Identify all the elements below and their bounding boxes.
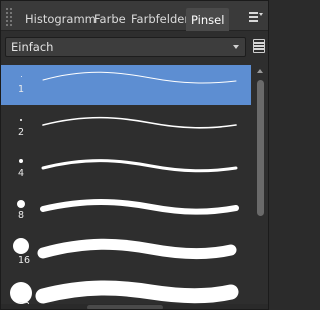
tab-histogramm[interactable]: Histogramm [25, 9, 96, 29]
brush-size-label: 1 [18, 84, 25, 95]
brush-stroke-preview [41, 159, 238, 173]
brush-size-label: 16 [18, 255, 31, 266]
dropdown-selected-value: Einfach [11, 40, 54, 54]
vertical-scrollbar[interactable] [255, 65, 266, 309]
list-view-icon[interactable] [253, 39, 265, 53]
brush-item-2[interactable]: 2 [1, 108, 251, 148]
hamburger-menu-icon[interactable] [249, 10, 263, 24]
brush-item-1[interactable]: 1 [1, 65, 251, 105]
brush-size-label: 4 [18, 168, 25, 179]
tab-farbe[interactable]: Farbe [94, 9, 126, 29]
brush-stroke-preview [42, 116, 237, 129]
brush-tip-preview [17, 200, 25, 208]
brush-tip-preview [19, 159, 23, 163]
brush-stroke-preview [37, 238, 237, 260]
horizontal-scrollbar-thumb[interactable] [87, 305, 163, 309]
brush-item-16[interactable]: 16 [1, 233, 251, 273]
brush-size-label: 8 [18, 210, 25, 221]
brush-stroke-preview [40, 199, 239, 215]
chevron-down-icon [233, 45, 239, 49]
brush-list: 1 2 4 8 16 [1, 65, 253, 309]
brush-item-8[interactable]: 8 [1, 191, 251, 231]
brush-item-4[interactable]: 4 [1, 149, 251, 189]
tab-bar: Histogramm Farbe Farbfelder Pinsel [1, 1, 268, 31]
brush-size-label: 2 [18, 127, 25, 138]
brushes-panel: Histogramm Farbe Farbfelder Pinsel Einfa… [0, 0, 269, 310]
brush-tip-preview [21, 76, 22, 77]
tab-pinsel[interactable]: Pinsel [186, 8, 230, 31]
brush-tip-preview [13, 238, 29, 254]
panel-grip-icon[interactable] [6, 8, 12, 26]
brush-tip-preview [20, 119, 22, 121]
scroll-up-arrow-icon[interactable] [257, 69, 263, 73]
brush-category-dropdown[interactable]: Einfach [5, 37, 246, 57]
scrollbar-thumb[interactable] [257, 80, 264, 216]
tab-farbfelder[interactable]: Farbfelder [131, 9, 189, 29]
brush-stroke-preview [42, 71, 237, 84]
